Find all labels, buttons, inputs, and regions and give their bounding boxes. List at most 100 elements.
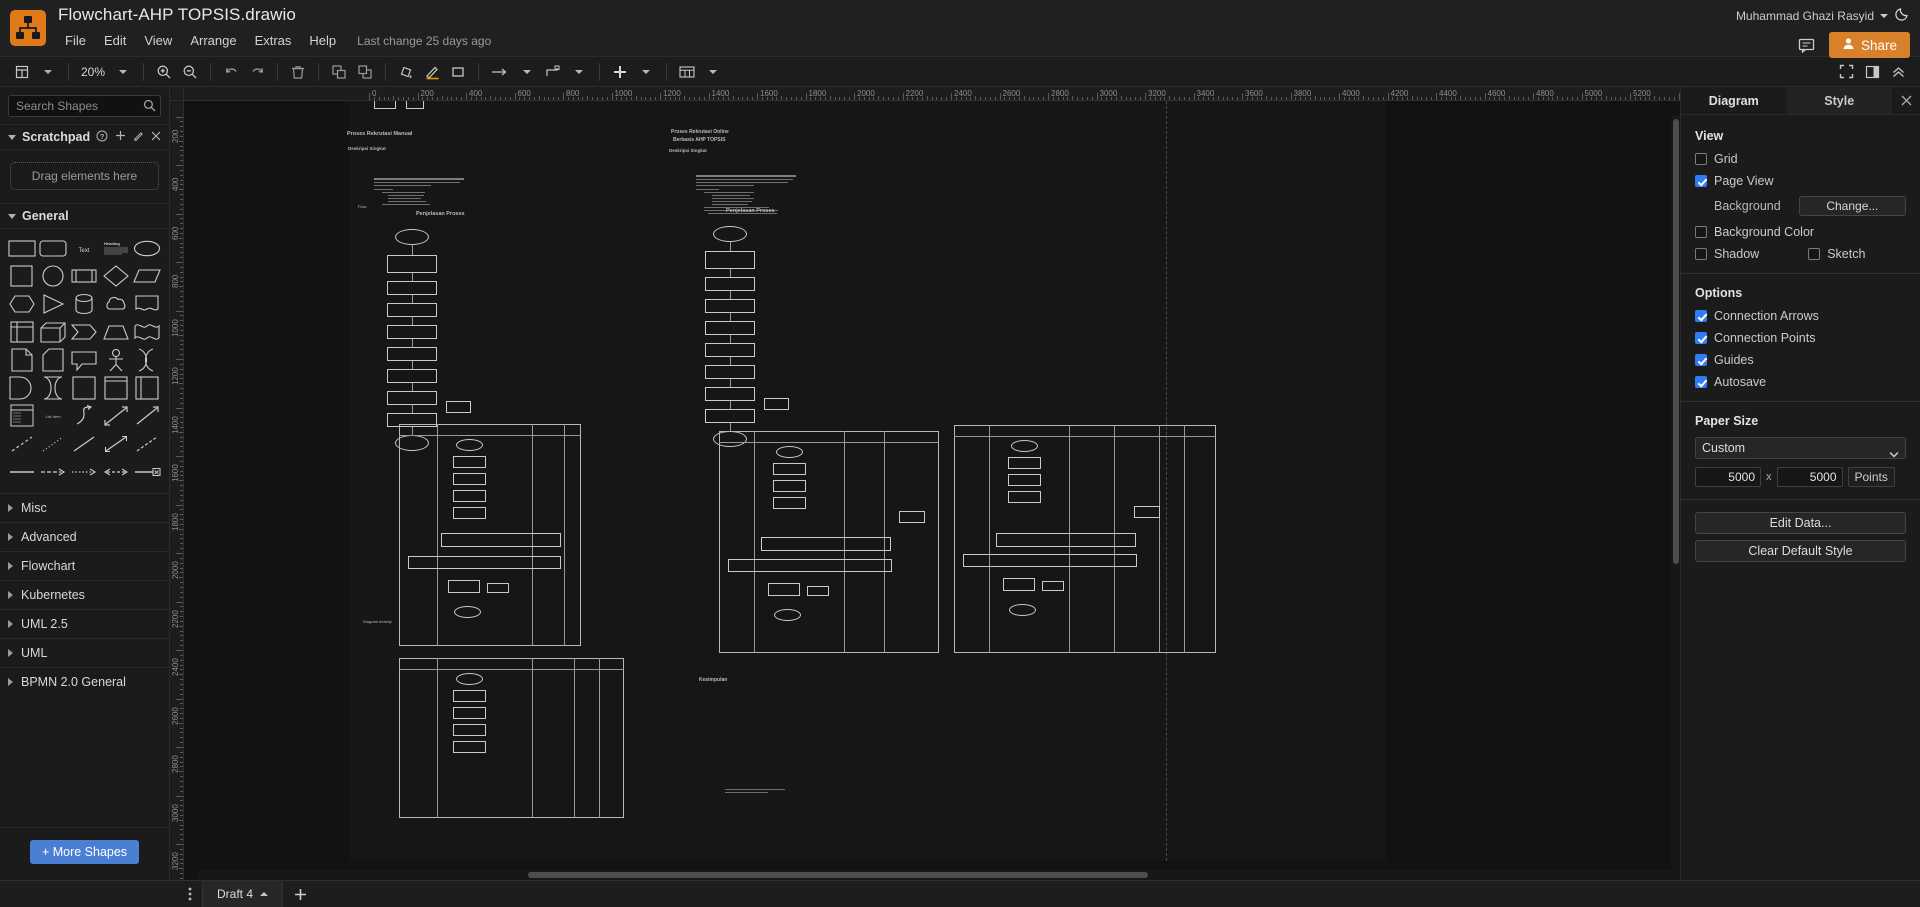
cloud-shape[interactable] xyxy=(100,293,131,315)
autosave-checkbox[interactable] xyxy=(1695,376,1707,388)
container-shape[interactable] xyxy=(69,376,100,400)
flow-node-wide[interactable] xyxy=(996,533,1136,547)
canvas-viewport[interactable]: Proses Rekrutasi Manual Deskripsi Singkat… xyxy=(184,101,1680,880)
flow-node-wide[interactable] xyxy=(963,554,1137,567)
kebab-menu-icon[interactable] xyxy=(178,886,202,902)
background-change-button[interactable]: Change... xyxy=(1798,196,1906,216)
sidebar-category-advanced[interactable]: Advanced xyxy=(0,522,169,551)
close-icon[interactable] xyxy=(1892,87,1920,114)
or-shape[interactable] xyxy=(132,348,163,372)
checkbox-autosave[interactable]: Autosave xyxy=(1695,375,1906,389)
flow-node[interactable] xyxy=(768,583,800,596)
curve-shape[interactable] xyxy=(69,404,100,427)
circle-shape[interactable] xyxy=(37,265,68,287)
comment-icon[interactable] xyxy=(1793,32,1821,58)
fill-color-icon[interactable] xyxy=(394,60,418,84)
paper-height-input[interactable] xyxy=(1776,467,1843,487)
process-shape[interactable] xyxy=(69,265,100,287)
hexagon-shape[interactable] xyxy=(6,293,37,315)
redo-icon[interactable] xyxy=(245,60,269,84)
vscroll-thumb[interactable] xyxy=(1673,119,1679,564)
trash-icon[interactable] xyxy=(286,60,310,84)
flow-end-node[interactable] xyxy=(1009,604,1036,616)
diagram-node[interactable] xyxy=(374,101,396,109)
plus-icon[interactable] xyxy=(115,130,126,144)
search-input[interactable] xyxy=(8,95,161,117)
dashed-line-shape[interactable] xyxy=(6,433,37,455)
tape-shape[interactable] xyxy=(132,321,163,343)
user-menu[interactable]: Muhammad Ghazi Rasyid xyxy=(1736,5,1910,27)
flow-node[interactable] xyxy=(776,446,803,458)
sidebar-category-flowchart[interactable]: Flowchart xyxy=(0,551,169,580)
zoom-level-label[interactable]: 20% xyxy=(77,60,109,84)
connection-arrow-icon[interactable] xyxy=(487,60,513,84)
zoom-out-icon[interactable] xyxy=(178,60,202,84)
zoom-in-icon[interactable] xyxy=(152,60,176,84)
sidebar-category-kubernetes[interactable]: Kubernetes xyxy=(0,580,169,609)
flow-node-wide[interactable] xyxy=(408,556,561,569)
heading-text-shape[interactable]: Heading xyxy=(100,237,131,259)
flow-node[interactable] xyxy=(1003,578,1035,591)
checkbox-connection-points[interactable]: Connection Points xyxy=(1695,331,1906,345)
sidebar-category-uml[interactable]: UML xyxy=(0,638,169,667)
diamond-shape[interactable] xyxy=(100,265,131,287)
edit-data-button[interactable]: Edit Data... xyxy=(1695,512,1906,534)
checkbox-connection-arrows[interactable]: Connection Arrows xyxy=(1695,309,1906,323)
flow-start-node[interactable] xyxy=(713,226,747,242)
flow-end-node[interactable] xyxy=(774,609,801,621)
diagram-label[interactable]: Kesimpulan xyxy=(699,677,727,683)
text-shape[interactable]: Text xyxy=(69,237,100,259)
flow-node[interactable] xyxy=(453,490,486,502)
flow-node[interactable] xyxy=(705,365,755,379)
bidirectional-arrow-shape[interactable] xyxy=(100,405,131,427)
bidirectional-connector-shape[interactable] xyxy=(100,433,131,455)
flow-node[interactable] xyxy=(387,369,437,383)
connection-points-checkbox[interactable] xyxy=(1695,332,1707,344)
flow-annotation[interactable] xyxy=(487,583,509,593)
general-section-header[interactable]: General xyxy=(0,203,169,229)
diagram-text-block[interactable] xyxy=(374,178,469,207)
list-item-shape[interactable]: List Item xyxy=(37,405,68,427)
diagram-label[interactable]: Flow xyxy=(358,204,366,209)
more-shapes-button[interactable]: + More Shapes xyxy=(29,840,140,864)
vertical-ruler[interactable]: 200 400 600 800 1000 1200 1400 1600 1800 2000 2200… xyxy=(170,101,184,880)
connection-arrows-checkbox[interactable] xyxy=(1695,310,1707,322)
flow-start-node[interactable] xyxy=(395,229,429,245)
sidebar-category-misc[interactable]: Misc xyxy=(0,493,169,522)
insert-dropdown[interactable] xyxy=(634,60,658,84)
step-shape[interactable] xyxy=(69,321,100,343)
flow-node[interactable] xyxy=(453,456,486,468)
flow-node[interactable] xyxy=(1008,491,1041,503)
activity-diagram[interactable] xyxy=(399,658,624,818)
directional-connector-shape[interactable] xyxy=(132,433,163,455)
callout-shape[interactable] xyxy=(69,349,100,372)
arrow-box-shape[interactable] xyxy=(132,461,163,483)
search-icon[interactable] xyxy=(143,99,156,117)
horizontal-scrollbar[interactable] xyxy=(198,870,1680,880)
diagram-label[interactable]: Proses Rekrutasi Manual xyxy=(347,131,412,137)
grid-checkbox[interactable] xyxy=(1695,153,1707,165)
flow-annotation[interactable] xyxy=(1042,581,1064,591)
close-icon[interactable] xyxy=(151,130,161,144)
flow-node[interactable] xyxy=(1011,440,1038,452)
diagram-node[interactable] xyxy=(406,101,424,109)
scratchpad-header[interactable]: Scratchpad ? xyxy=(0,124,169,150)
waypoint-dropdown[interactable] xyxy=(567,60,591,84)
dotted-arrow-shape[interactable] xyxy=(69,461,100,483)
diagram-label[interactable]: Deskripsi Singkat xyxy=(348,146,386,151)
sketch-checkbox[interactable] xyxy=(1808,248,1821,260)
menu-help[interactable]: Help xyxy=(300,30,345,51)
square-shape[interactable] xyxy=(6,265,37,287)
flow-node[interactable] xyxy=(705,299,755,313)
flow-node[interactable] xyxy=(899,511,925,523)
page-view-checkbox[interactable] xyxy=(1695,175,1707,187)
document-shape[interactable] xyxy=(132,293,163,315)
horizontal-ruler[interactable]: 0 200 400 600 800 1000 1200 1400 1600 1800 2000 220… xyxy=(184,87,1680,101)
flow-node[interactable] xyxy=(453,724,486,736)
flow-node[interactable] xyxy=(456,673,483,685)
cube-shape[interactable] xyxy=(37,321,68,343)
tab-diagram[interactable]: Diagram xyxy=(1681,87,1787,114)
share-button[interactable]: Share xyxy=(1828,32,1910,58)
plain-line-shape[interactable] xyxy=(6,461,37,483)
background-color-checkbox[interactable] xyxy=(1695,226,1707,238)
